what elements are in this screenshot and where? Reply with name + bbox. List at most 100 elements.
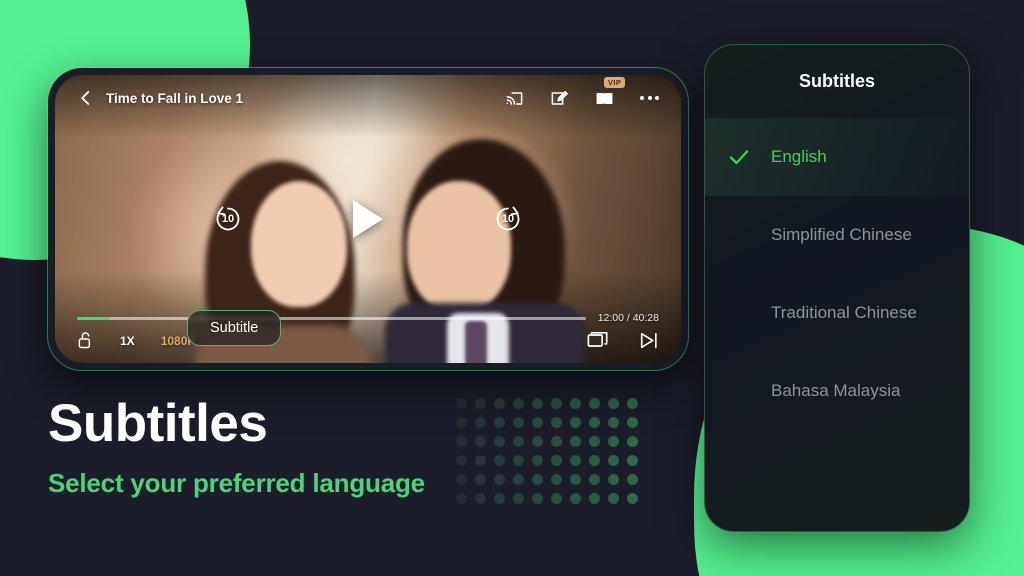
check-icon (727, 145, 771, 169)
dot (589, 417, 600, 428)
dot (608, 493, 619, 504)
next-episode-icon[interactable] (639, 331, 659, 350)
progress-row: 12:00 / 40:28 (55, 312, 681, 324)
dot (570, 398, 581, 409)
subtitle-option-label: Simplified Chinese (771, 225, 912, 244)
dot (532, 436, 543, 447)
dot (513, 436, 524, 447)
dot (627, 398, 638, 409)
dot (608, 474, 619, 485)
dot (475, 474, 486, 485)
dot (570, 436, 581, 447)
dot (456, 417, 467, 428)
dot (570, 455, 581, 466)
subtitle-option-label: Traditional Chinese (771, 303, 917, 322)
dot (627, 493, 638, 504)
dot (513, 455, 524, 466)
subtitle-option-label: Bahasa Malaysia (771, 381, 901, 400)
video-title: Time to Fall in Love 1 (106, 90, 244, 106)
subtitle-tooltip-button[interactable]: Subtitle (187, 310, 282, 346)
forward-10-icon[interactable]: 10 (491, 202, 525, 236)
subtitle-option-english[interactable]: English (705, 118, 969, 196)
player-bottom-bar: 12:00 / 40:28 1X 1080P Subtitle (55, 310, 681, 363)
dot (551, 493, 562, 504)
screenshot-edit-icon[interactable] (550, 89, 569, 108)
dot (551, 436, 562, 447)
dot (551, 455, 562, 466)
dot (589, 455, 600, 466)
unlock-icon[interactable] (77, 331, 94, 350)
dot (608, 436, 619, 447)
dot (551, 474, 562, 485)
promo-text-block: Subtitles Select your preferred language (48, 396, 425, 499)
dot (494, 398, 505, 409)
dot (456, 398, 467, 409)
dot (570, 493, 581, 504)
dot (494, 455, 505, 466)
page-subtitle: Select your preferred language (48, 467, 425, 498)
dot (570, 417, 581, 428)
dot (494, 417, 505, 428)
panel-title: Subtitles (798, 71, 875, 91)
subtitle-option-traditional-chinese[interactable]: Traditional Chinese (705, 274, 969, 352)
dot (608, 455, 619, 466)
dot (475, 398, 486, 409)
dot (475, 493, 486, 504)
progress-bar[interactable] (77, 316, 586, 320)
dot (456, 436, 467, 447)
dot (627, 436, 638, 447)
phone-mockup: Time to Fall in Love 1 VIP 10 10 12:00 /… (48, 68, 688, 370)
dot (608, 417, 619, 428)
dot (589, 493, 600, 504)
dot (456, 493, 467, 504)
player-top-bar: Time to Fall in Love 1 VIP (55, 75, 681, 121)
progress-fill (77, 316, 111, 320)
dot (475, 417, 486, 428)
subtitle-option-bahasa-malaysia[interactable]: Bahasa Malaysia (705, 352, 969, 430)
dot (494, 436, 505, 447)
dot (456, 474, 467, 485)
dot (570, 474, 581, 485)
dot (627, 474, 638, 485)
chevron-left-icon[interactable] (77, 89, 95, 107)
subtitle-option-label: English (771, 147, 827, 166)
dot (532, 455, 543, 466)
dot (551, 398, 562, 409)
dot (494, 493, 505, 504)
forward-10-label: 10 (501, 213, 515, 225)
dot (627, 455, 638, 466)
player-center-controls: 10 10 (55, 200, 681, 238)
dot (475, 455, 486, 466)
rewind-10-icon[interactable]: 10 (211, 202, 245, 236)
dot (513, 493, 524, 504)
dolby-icon[interactable]: VIP (595, 76, 626, 108)
dot (456, 455, 467, 466)
dot (532, 493, 543, 504)
page-title: Subtitles (48, 394, 268, 453)
dot-grid-decoration (456, 398, 646, 512)
dot (627, 417, 638, 428)
dot (513, 417, 524, 428)
dot (589, 398, 600, 409)
dot (532, 474, 543, 485)
more-icon[interactable] (640, 96, 659, 100)
rewind-10-label: 10 (221, 213, 235, 225)
play-icon[interactable] (353, 200, 383, 238)
time-label: 12:00 / 40:28 (597, 312, 659, 324)
cast-icon[interactable] (505, 89, 524, 108)
subtitle-option-simplified-chinese[interactable]: Simplified Chinese (705, 196, 969, 274)
dot (475, 436, 486, 447)
dot (532, 417, 543, 428)
dot (589, 436, 600, 447)
controls-row: 1X 1080P (55, 324, 681, 363)
picture-in-picture-icon[interactable] (587, 331, 609, 350)
dot (513, 474, 524, 485)
video-player[interactable]: Time to Fall in Love 1 VIP 10 10 12:00 /… (55, 75, 681, 363)
player-top-actions: VIP (505, 76, 659, 108)
vip-badge: VIP (604, 76, 626, 88)
dot (551, 417, 562, 428)
bottom-right-controls (587, 331, 659, 350)
playback-speed-label[interactable]: 1X (120, 334, 135, 348)
dot (513, 398, 524, 409)
dot (608, 398, 619, 409)
